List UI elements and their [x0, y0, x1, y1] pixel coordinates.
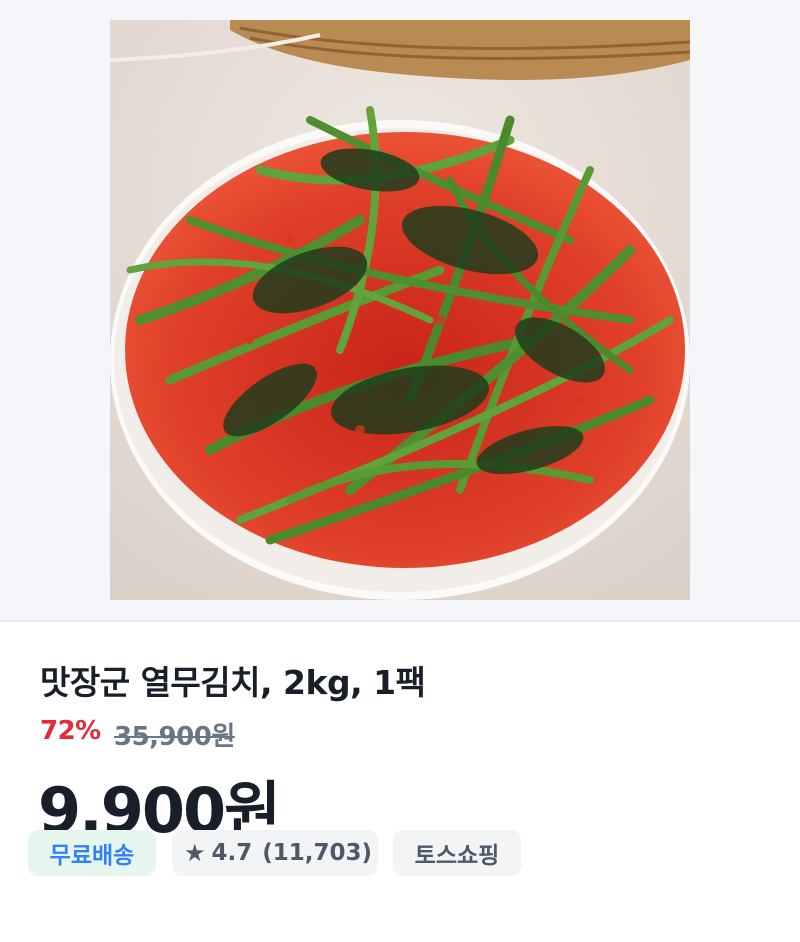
rating-chip[interactable]: ★ 4.7 (11,703) — [172, 830, 378, 876]
free-shipping-label: 무료배송 — [49, 843, 135, 869]
original-price: 35,900원 — [114, 722, 235, 752]
product-image[interactable] — [110, 20, 690, 600]
free-shipping-badge: 무료배송 — [28, 830, 156, 876]
store-chip[interactable]: 토스쇼핑 — [393, 830, 521, 876]
product-title: 맛장군 열무김치, 2kg, 1팩 — [40, 663, 426, 702]
review-count: (11,703) — [262, 840, 373, 866]
store-label: 토스쇼핑 — [414, 843, 500, 869]
rating-value: 4.7 — [211, 840, 253, 866]
kimchi-photo — [110, 20, 690, 600]
divider — [0, 620, 800, 622]
star-icon: ★ — [184, 839, 206, 867]
discount-rate: 72% — [40, 716, 101, 746]
